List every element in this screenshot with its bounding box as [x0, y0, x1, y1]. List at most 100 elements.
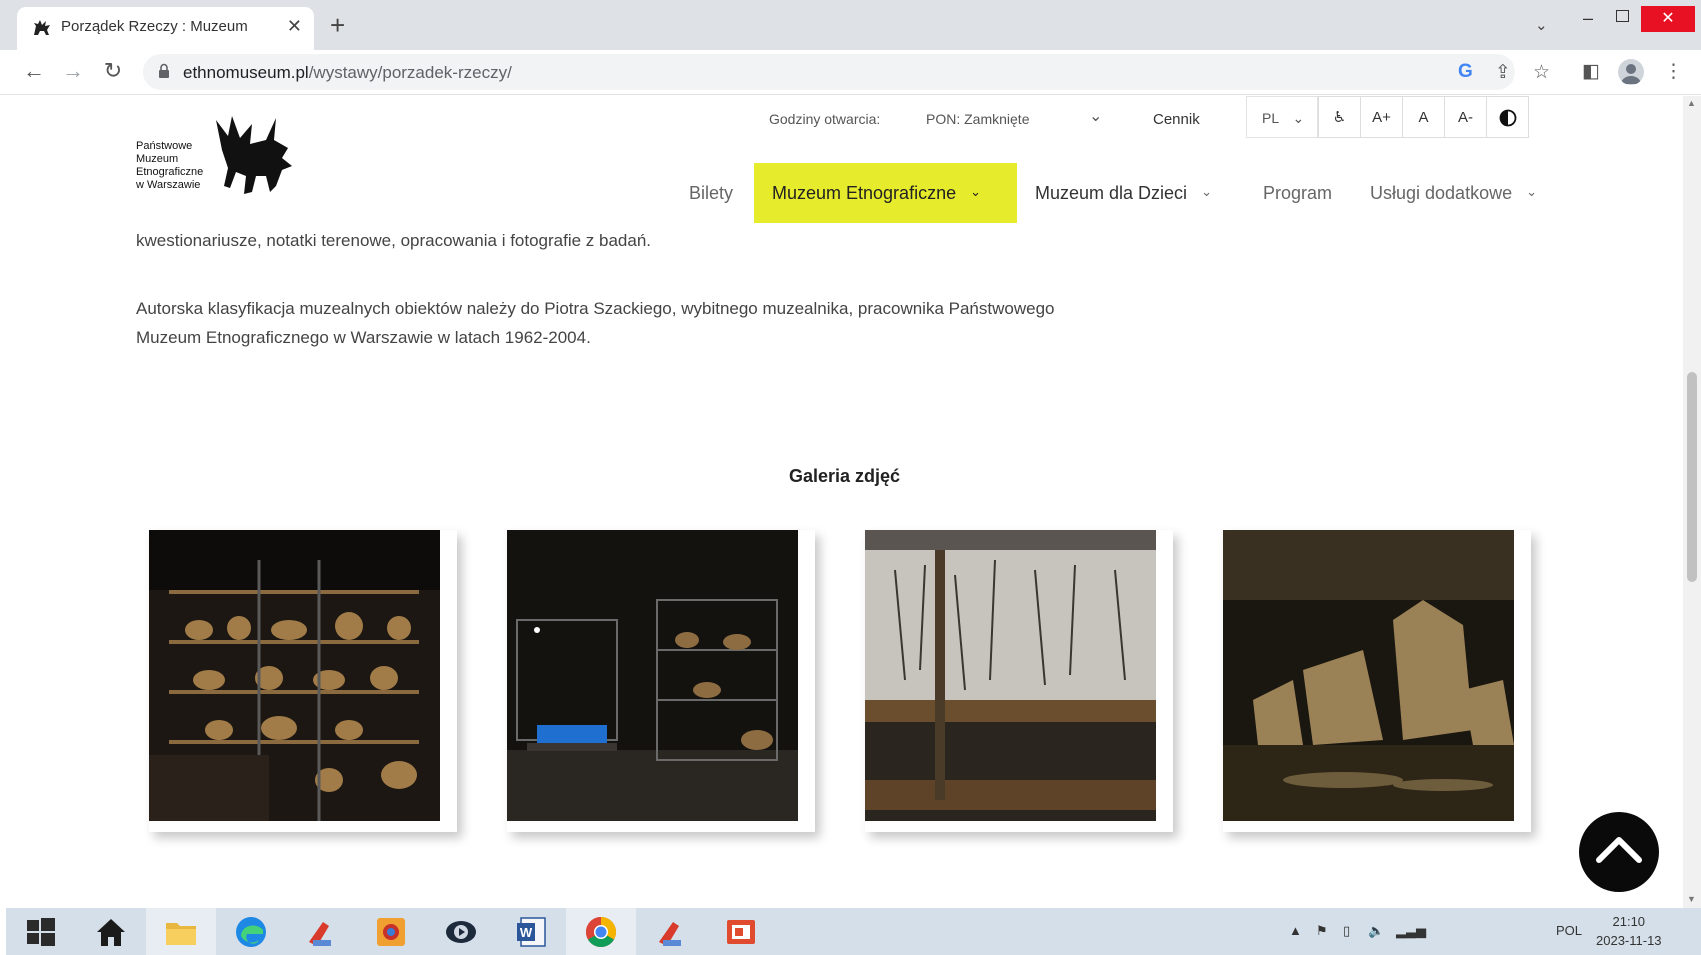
page-content: Państwowe Muzeum Etnograficzne w Warszaw… [6, 96, 1683, 908]
eye-media-icon [446, 921, 476, 943]
wheelchair-icon: ♿ [1332, 109, 1347, 126]
language-value: PL [1262, 110, 1279, 126]
home-icon [97, 919, 125, 946]
back-arrow-icon[interactable]: ← [20, 58, 48, 84]
nav-item-uslugi-dodatkowe[interactable]: Usługi dodatkowe ⌄ [1370, 163, 1537, 223]
gallery-photo-1[interactable] [149, 530, 457, 832]
input-language[interactable]: POL [1556, 923, 1582, 938]
nav-item-muzeum-dla-dzieci[interactable]: Muzeum dla Dzieci ⌄ [1035, 163, 1212, 223]
browser-toolbar: ← → ↻ ethnomuseum.pl/wystawy/porzadek-rz… [0, 50, 1701, 95]
google-icon[interactable]: G [1458, 61, 1473, 83]
gallery-photo-2-image [507, 530, 798, 821]
language-select[interactable]: PL ⌄ [1246, 96, 1318, 138]
word-icon: W [517, 917, 546, 947]
gallery-photo-1-image [149, 530, 440, 821]
svg-text:W: W [520, 925, 533, 940]
new-tab-button[interactable]: + [330, 12, 345, 38]
nav-item-label: Muzeum Etnograficzne [772, 183, 957, 203]
taskbar-media-player[interactable] [426, 908, 496, 955]
paragraph-2-line-2: Muzeum Etnograficznego w Warszawie w lat… [136, 328, 591, 347]
contrast-icon [1499, 109, 1516, 127]
battery-icon[interactable]: ▯ [1343, 923, 1350, 939]
chevron-down-icon[interactable]: ⌄ [1089, 106, 1102, 126]
window-close-button[interactable]: ✕ [1641, 6, 1695, 32]
taskbar-edge[interactable] [216, 908, 286, 955]
paragraph-2-line-1: Autorska klasyfikacja muzealnych obiektó… [136, 299, 1055, 318]
chevron-down-icon: ⌄ [1201, 184, 1212, 199]
windows-taskbar: W ▲ ⚑ ▯ 🔈 ▂▃▅ POL 21:10 2023-11-13 [6, 908, 1701, 955]
forward-arrow-icon[interactable]: → [59, 58, 87, 84]
taskbar-presentation-app[interactable] [706, 908, 776, 955]
taskbar-file-explorer[interactable] [146, 908, 216, 955]
taskbar-home[interactable] [76, 908, 146, 955]
address-bar[interactable]: ethnomuseum.pl/wystawy/porzadek-rzeczy/ … [143, 54, 1550, 90]
font-normal-button[interactable]: A [1402, 96, 1445, 138]
gallery-photo-4[interactable] [1223, 530, 1531, 832]
page-scrollbar[interactable]: ▲ ▼ [1683, 96, 1701, 908]
windows-logo-icon [27, 918, 55, 946]
chevron-down-icon: ⌄ [1292, 110, 1305, 126]
chrome-icon [585, 917, 617, 948]
tab-close-icon[interactable]: ✕ [287, 16, 302, 37]
ccleaner-icon [309, 922, 331, 946]
opening-hours-label: Godziny otwarcia: [769, 111, 881, 127]
system-clock[interactable]: 21:10 2023-11-13 [1596, 912, 1662, 950]
lock-icon [159, 63, 169, 78]
network-signal-icon[interactable]: ▂▃▅ [1396, 923, 1426, 939]
profile-avatar-icon[interactable] [1618, 59, 1644, 85]
tab-search-chevron-icon[interactable]: ⌄ [1535, 16, 1548, 34]
flag-icon[interactable]: ⚑ [1316, 923, 1328, 939]
ccleaner-icon [659, 922, 681, 946]
nav-item-program[interactable]: Program [1263, 163, 1332, 223]
pricing-link[interactable]: Cennik [1153, 111, 1200, 128]
browser-tab-active[interactable]: Porządek Rzeczy : Muzeum ✕ [17, 7, 314, 50]
taskbar-paint-app[interactable] [356, 908, 426, 955]
browser-menu-icon[interactable]: ⋮ [1664, 60, 1683, 83]
clock-time: 21:10 [1612, 914, 1646, 929]
logo-text: Państwowe Muzeum Etnograficzne w Warszaw… [136, 140, 204, 191]
chevron-down-icon: ⌄ [970, 184, 981, 199]
volume-icon[interactable]: 🔈 [1368, 923, 1384, 939]
accessibility-wheelchair-button[interactable]: ♿ [1318, 96, 1361, 138]
side-panel-icon[interactable]: ◧ [1582, 60, 1600, 83]
share-icon[interactable]: ⇪ [1495, 61, 1511, 84]
nav-item-muzeum-etnograficzne[interactable]: Muzeum Etnograficzne ⌄ [754, 163, 1017, 223]
window-minimize-button[interactable]: – [1583, 8, 1593, 29]
scroll-to-top-button[interactable] [1579, 812, 1659, 892]
url-text: ethnomuseum.pl/wystawy/porzadek-rzeczy/ [183, 63, 512, 82]
clock-date: 2023-11-13 [1596, 933, 1662, 948]
museum-logo[interactable]: Państwowe Muzeum Etnograficzne w Warszaw… [136, 110, 302, 200]
scroll-down-arrow-icon[interactable]: ▼ [1687, 894, 1696, 904]
taskbar-ccleaner[interactable] [286, 908, 356, 955]
nav-item-bilety[interactable]: Bilety [689, 163, 733, 223]
gallery-title: Galeria zdjęć [788, 466, 901, 486]
start-button[interactable] [6, 908, 76, 955]
tray-expand-icon[interactable]: ▲ [1289, 923, 1302, 938]
paint-icon [377, 918, 405, 946]
reload-icon[interactable]: ↻ [99, 58, 127, 84]
scroll-up-arrow-icon[interactable]: ▲ [1687, 98, 1696, 108]
bookmark-star-icon[interactable]: ☆ [1533, 61, 1550, 84]
scrollbar-thumb[interactable] [1687, 372, 1697, 582]
font-increase-button[interactable]: A+ [1360, 96, 1403, 138]
taskbar-word[interactable]: W [496, 908, 566, 955]
contrast-toggle-button[interactable] [1486, 96, 1529, 138]
nav-item-label: Muzeum dla Dzieci [1035, 183, 1188, 203]
paragraph-1: kwestionariusze, notatki terenowe, oprac… [136, 231, 652, 250]
paragraph-2: Autorska klasyfikacja muzealnych obiektó… [136, 294, 1136, 352]
gallery-photo-2[interactable] [507, 530, 815, 832]
chevron-up-icon [1596, 837, 1642, 863]
folder-icon [166, 923, 196, 945]
chevron-down-icon: ⌄ [1526, 184, 1537, 199]
gallery-photo-3[interactable] [865, 530, 1173, 832]
opening-hours-value[interactable]: PON: Zamknięte [926, 111, 1029, 127]
taskbar-ccleaner-2[interactable] [636, 908, 706, 955]
gallery-photo-3-image [865, 530, 1156, 821]
edge-icon [236, 917, 266, 947]
presentation-icon [727, 920, 755, 944]
tab-title: Porządek Rzeczy : Muzeum [61, 18, 248, 35]
font-decrease-button[interactable]: A- [1444, 96, 1487, 138]
window-restore-button[interactable] [1616, 10, 1629, 22]
taskbar-chrome[interactable] [566, 908, 636, 955]
museum-favicon-icon [34, 20, 50, 35]
